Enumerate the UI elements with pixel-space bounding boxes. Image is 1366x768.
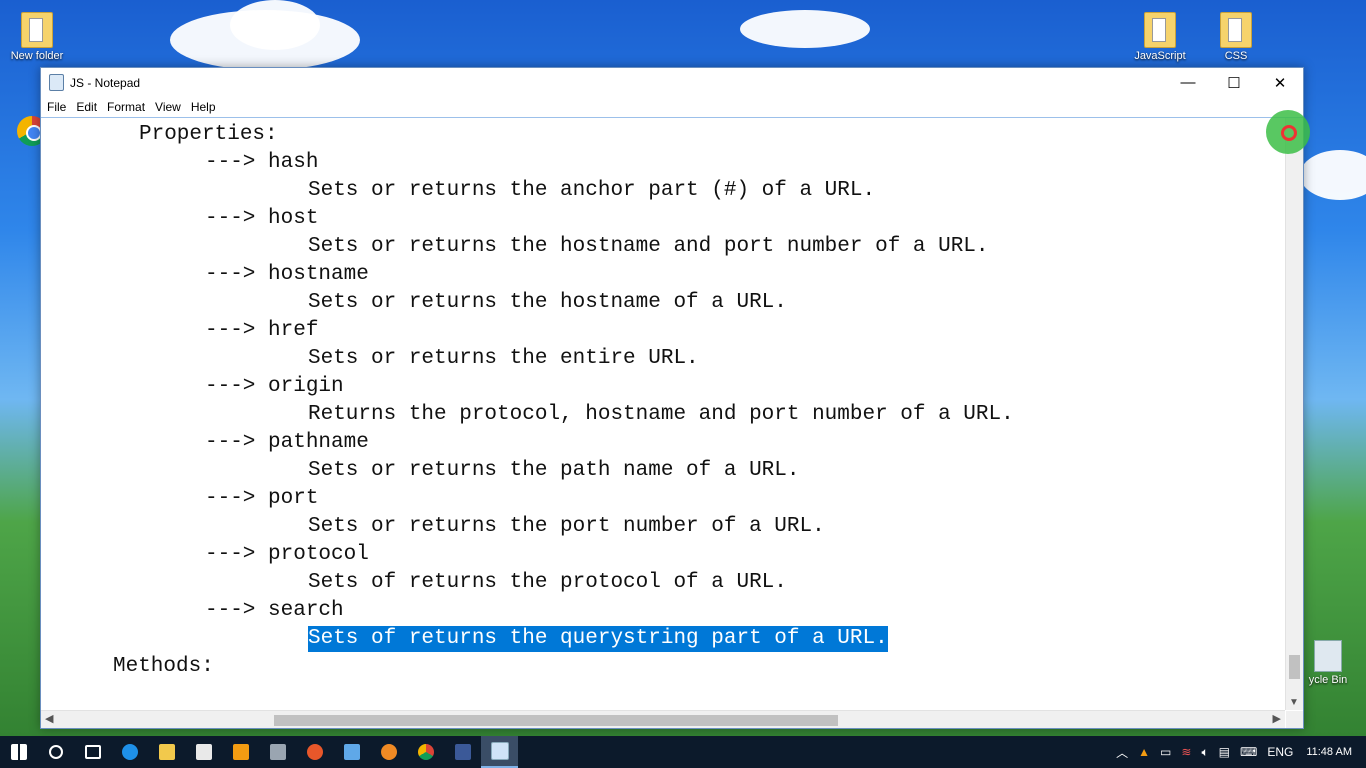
text-line: ---> port xyxy=(205,487,319,510)
text-line: Returns the protocol, hostname and port … xyxy=(308,403,1014,426)
text-line: Sets or returns the hostname of a URL. xyxy=(308,291,787,314)
media-player-icon[interactable] xyxy=(222,736,259,768)
notepad-icon[interactable] xyxy=(481,736,518,768)
notepad-window: JS - Notepad — ☐ ✕ File Edit Format View… xyxy=(40,67,1304,729)
scroll-left-icon[interactable]: ◀ xyxy=(45,712,53,725)
notepad-icon xyxy=(49,74,64,91)
clock[interactable]: 11:48 AM xyxy=(1298,746,1366,758)
text-line: Sets or returns the anchor part (#) of a… xyxy=(308,179,876,202)
windows-start-icon[interactable] xyxy=(0,736,37,768)
text-line: Sets or returns the port number of a URL… xyxy=(308,515,825,538)
firefox-icon[interactable] xyxy=(296,736,333,768)
horizontal-scrollbar[interactable]: ◀ ▶ xyxy=(41,710,1285,728)
recycle-bin-icon xyxy=(1314,640,1342,672)
text-editor[interactable]: Properties: ---> hash Sets or returns th… xyxy=(41,118,1285,710)
text-line: Sets of returns the protocol of a URL. xyxy=(308,571,787,594)
system-tray: ︿ ▲ ▭ ≋ 🔈︎ ▤ ⌨︎ ENG 11:48 AM xyxy=(1111,744,1366,761)
menu-view[interactable]: View xyxy=(151,100,187,114)
close-button[interactable]: ✕ xyxy=(1257,68,1303,97)
folder-icon xyxy=(21,12,53,48)
text-line: Sets or returns the hostname and port nu… xyxy=(308,235,989,258)
text-line: ---> search xyxy=(205,599,344,622)
battery-icon[interactable]: ▭ xyxy=(1155,745,1176,759)
task-view-icon[interactable] xyxy=(74,736,111,768)
selected-text-line: Sets of returns the querystring part of … xyxy=(308,626,888,652)
file-explorer-icon[interactable] xyxy=(148,736,185,768)
keyboard-icon[interactable]: ⌨︎ xyxy=(1235,745,1262,759)
resize-grip[interactable] xyxy=(1286,711,1303,728)
facebook-icon[interactable] xyxy=(444,736,481,768)
search-icon[interactable] xyxy=(37,736,74,768)
cloud xyxy=(230,0,320,50)
text-line: Sets or returns the path name of a URL. xyxy=(308,459,800,482)
text-line: ---> pathname xyxy=(205,431,369,454)
cloud xyxy=(740,10,870,48)
desktop-icon-label: CSS xyxy=(1224,50,1248,62)
minimize-button[interactable]: — xyxy=(1165,68,1211,97)
desktop-icon-label: JavaScript xyxy=(1134,50,1186,62)
text-line: Properties: xyxy=(139,123,278,146)
text-line: ---> hostname xyxy=(205,263,369,286)
cloud xyxy=(1300,150,1366,200)
notification-icon[interactable]: ▤ xyxy=(1214,745,1235,759)
wifi-icon[interactable]: ≋ xyxy=(1176,745,1196,759)
scroll-down-icon[interactable]: ▼ xyxy=(1289,697,1299,708)
title-bar[interactable]: JS - Notepad — ☐ ✕ xyxy=(41,68,1303,97)
chevron-up-icon[interactable]: ︿ xyxy=(1111,744,1133,761)
menu-edit[interactable]: Edit xyxy=(72,100,103,114)
film-icon[interactable] xyxy=(259,736,296,768)
text-line: ---> origin xyxy=(205,375,344,398)
vertical-scrollbar[interactable]: ▼ xyxy=(1285,118,1303,710)
text-line: Sets or returns the entire URL. xyxy=(308,347,699,370)
edge-icon[interactable] xyxy=(111,736,148,768)
desktop-icon-javascript[interactable]: JavaScript xyxy=(1125,12,1195,62)
volume-icon[interactable]: 🔈︎ xyxy=(1196,745,1213,760)
window-icon[interactable] xyxy=(333,736,370,768)
chrome-icon[interactable] xyxy=(407,736,444,768)
menu-file[interactable]: File xyxy=(43,100,72,114)
maximize-button[interactable]: ☐ xyxy=(1211,68,1257,97)
window-title: JS - Notepad xyxy=(70,75,141,90)
cursor-highlight-icon xyxy=(1266,110,1310,154)
vertical-scroll-thumb[interactable] xyxy=(1289,655,1300,679)
menu-help[interactable]: Help xyxy=(187,100,222,114)
desktop-icon-css[interactable]: CSS xyxy=(1201,12,1271,62)
scroll-right-icon[interactable]: ▶ xyxy=(1273,712,1281,725)
folder-icon xyxy=(1220,12,1252,48)
menu-bar: File Edit Format View Help xyxy=(41,97,1303,118)
text-line: Methods: xyxy=(113,655,214,678)
desktop-icon-label: ycle Bin xyxy=(1308,674,1348,686)
horizontal-scroll-thumb[interactable] xyxy=(274,715,838,726)
window-controls: — ☐ ✕ xyxy=(1165,68,1303,97)
menu-format[interactable]: Format xyxy=(103,100,151,114)
store-icon[interactable] xyxy=(185,736,222,768)
text-line: ---> href xyxy=(205,319,319,342)
text-line: ---> protocol xyxy=(205,543,369,566)
taskbar: ︿ ▲ ▭ ≋ 🔈︎ ▤ ⌨︎ ENG 11:48 AM xyxy=(0,736,1366,768)
language-indicator[interactable]: ENG xyxy=(1262,745,1298,759)
paint-icon[interactable] xyxy=(370,736,407,768)
text-line: ---> hash xyxy=(205,151,319,174)
text-line: ---> host xyxy=(205,207,319,230)
folder-icon xyxy=(1144,12,1176,48)
desktop-icon-label: New folder xyxy=(10,50,64,62)
desktop-icon-recycle-bin[interactable]: ycle Bin xyxy=(1296,640,1360,686)
vlc-icon[interactable]: ▲ xyxy=(1133,745,1155,759)
desktop-icon-new-folder[interactable]: New folder xyxy=(2,12,72,62)
